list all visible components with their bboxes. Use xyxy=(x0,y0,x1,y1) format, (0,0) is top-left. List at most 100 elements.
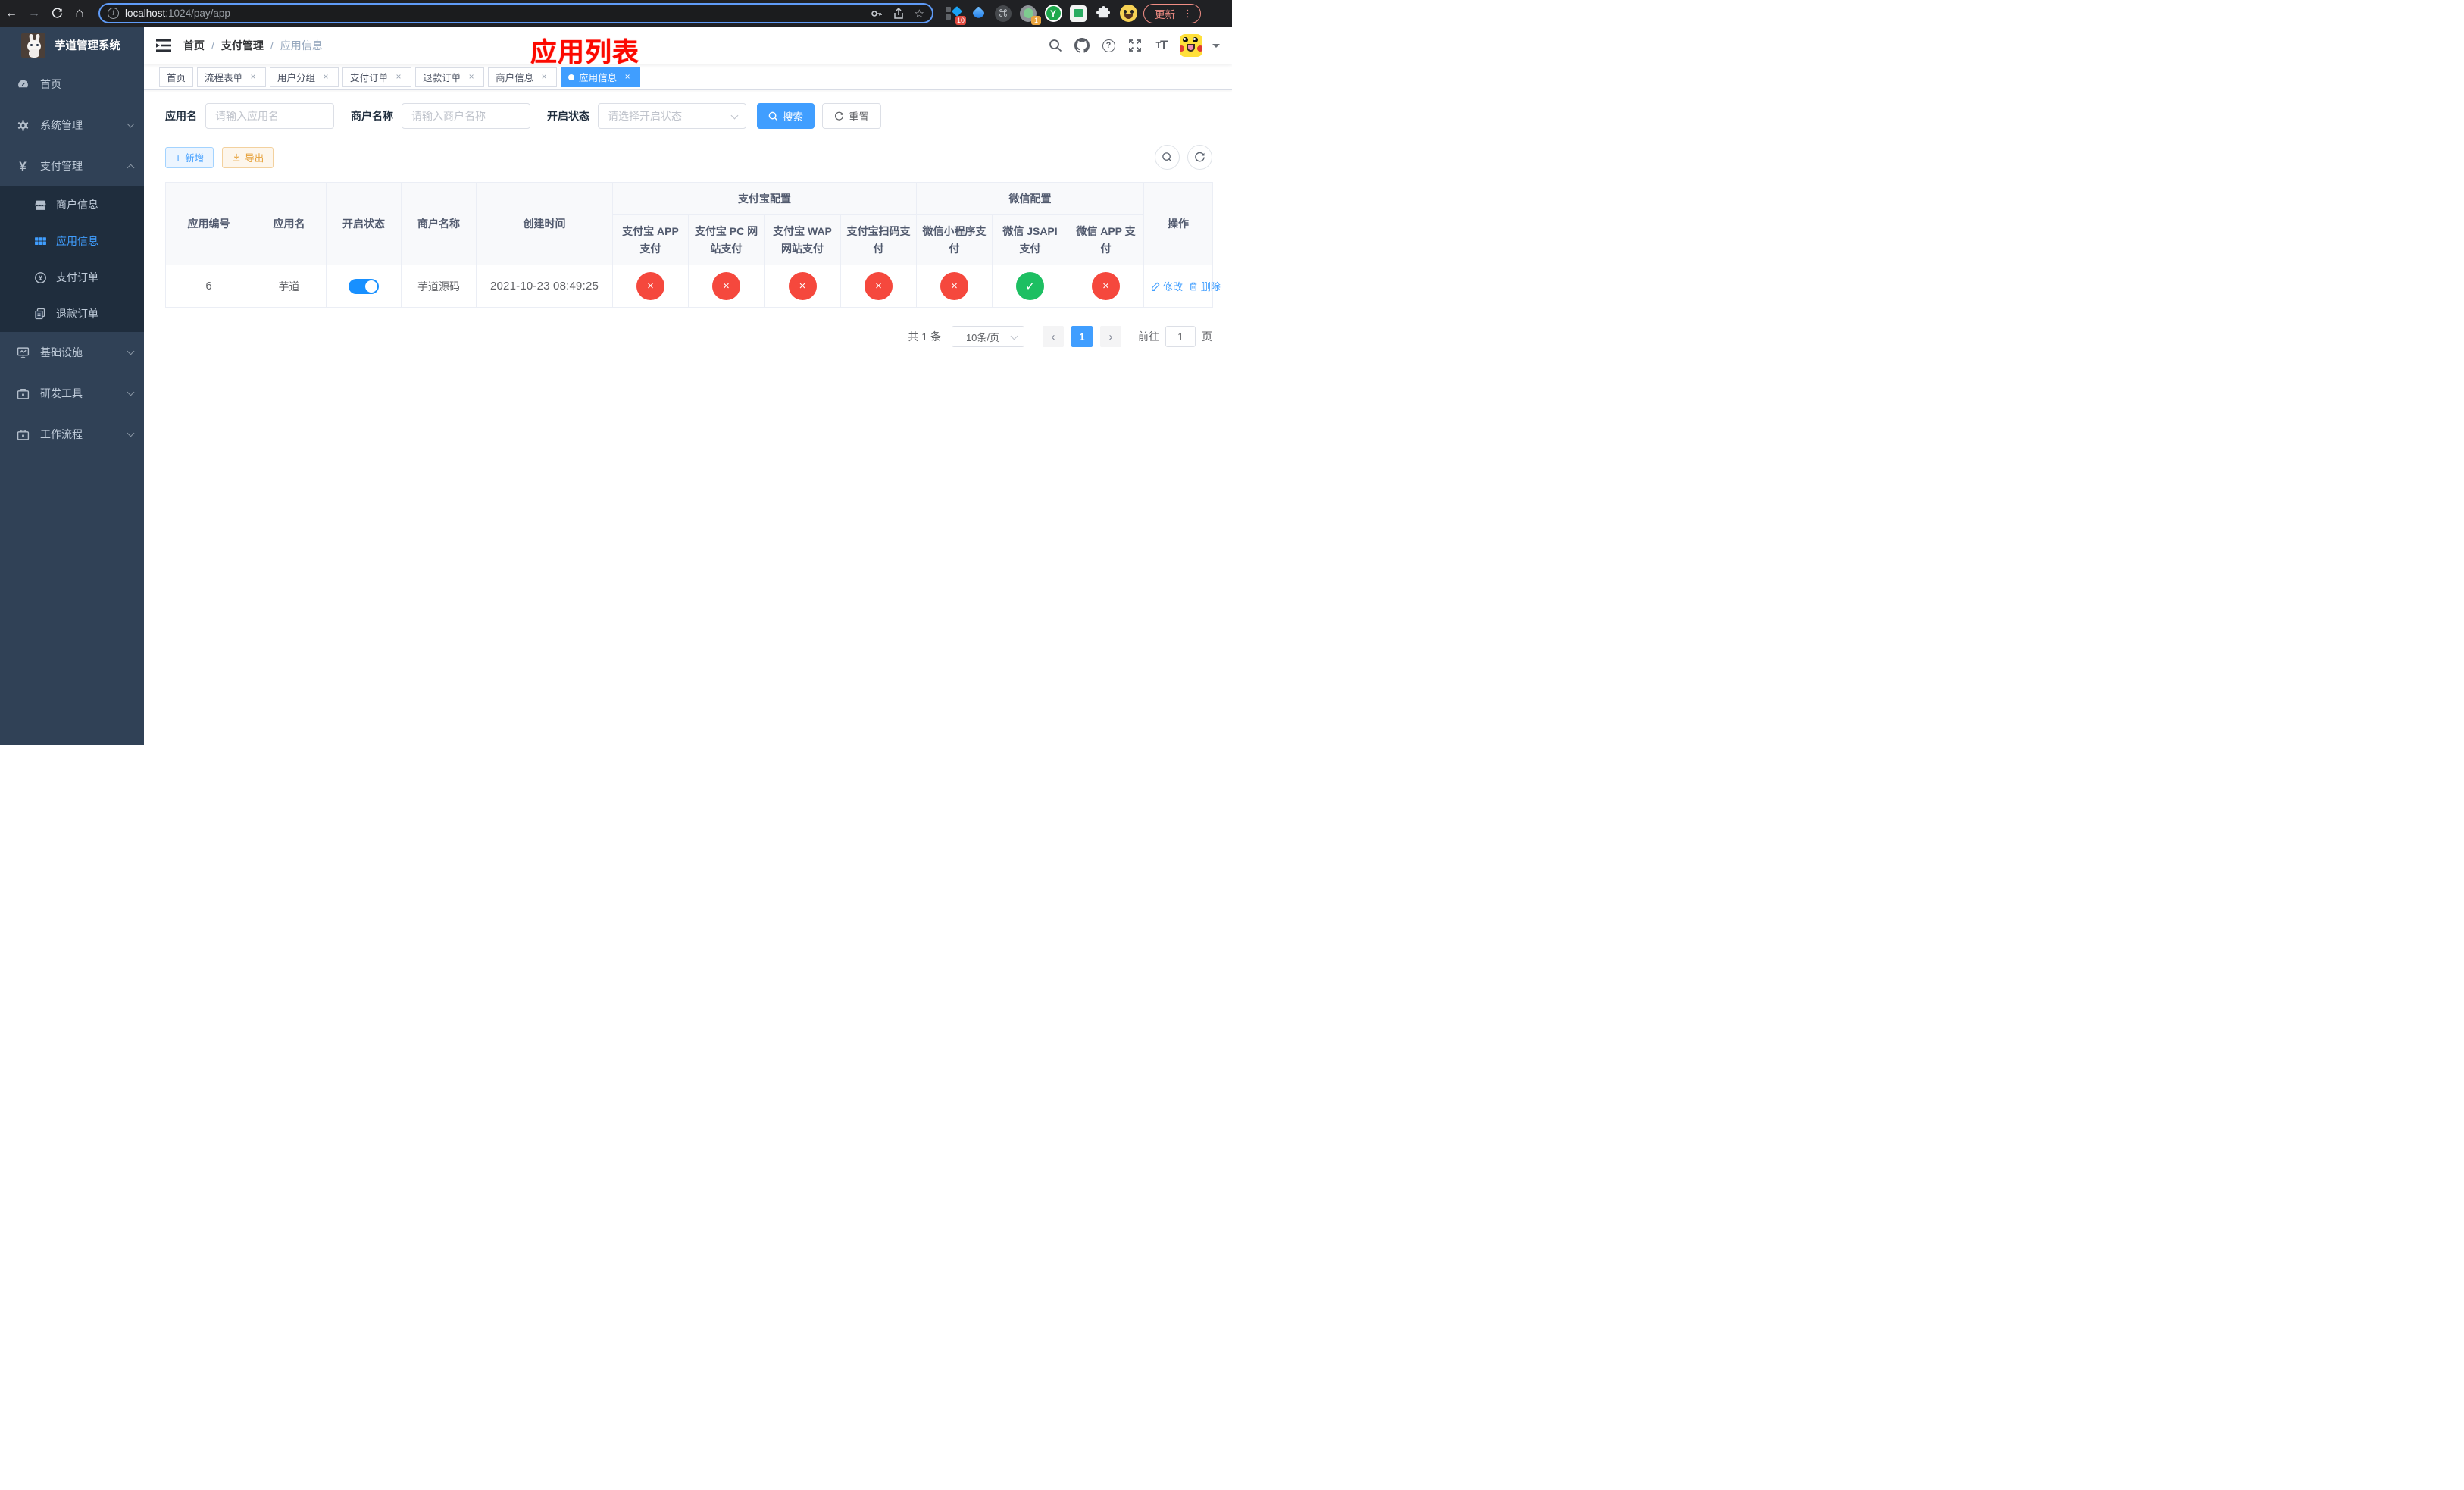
sidebar-item-home[interactable]: 首页 xyxy=(0,64,144,105)
sidebar-item-dev-tools[interactable]: 研发工具 xyxy=(0,373,144,414)
search-form: 应用名 商户名称 开启状态 请选择开启状态 搜索 重置 xyxy=(165,103,1212,129)
address-bar[interactable]: i localhost:1024/pay/app ☆ xyxy=(98,3,933,23)
font-size-icon[interactable]: TT xyxy=(1153,37,1170,54)
extension-emoji-icon[interactable] xyxy=(1119,5,1137,23)
reload-icon[interactable] xyxy=(45,3,68,24)
col-header-status: 开启状态 xyxy=(326,182,402,265)
sidebar-item-label: 研发工具 xyxy=(40,387,83,399)
status-toggle[interactable] xyxy=(349,278,379,294)
page-number-button[interactable]: 1 xyxy=(1071,326,1093,347)
close-icon[interactable]: × xyxy=(321,71,331,83)
extension-ring-icon[interactable]: 1 xyxy=(1019,5,1041,25)
extensions-puzzle-icon[interactable] xyxy=(1094,5,1112,23)
home-icon[interactable]: ⌂ xyxy=(68,3,91,24)
help-icon[interactable]: ? xyxy=(1100,37,1117,54)
github-icon[interactable] xyxy=(1074,37,1090,54)
sidebar-item-label: 系统管理 xyxy=(40,119,83,131)
app-table: 应用编号 应用名 开启状态 商户名称 创建时间 支付宝配置 微信配置 操作 支付… xyxy=(165,182,1221,308)
avatar-caret-icon[interactable] xyxy=(1212,43,1220,52)
sidebar-item-label: 基础设施 xyxy=(40,346,83,358)
sidebar-item-system[interactable]: 系统管理 xyxy=(0,105,144,146)
extension-blocks-icon[interactable]: 10 xyxy=(944,5,966,25)
goto-page-input[interactable] xyxy=(1165,326,1196,347)
extension-command-icon[interactable]: ⌘ xyxy=(994,5,1012,23)
col-header-actions: 操作 xyxy=(1143,182,1213,265)
reset-button[interactable]: 重置 xyxy=(822,103,881,129)
fullscreen-icon[interactable] xyxy=(1127,37,1143,54)
status-select[interactable]: 请选择开启状态 xyxy=(598,103,746,129)
sidebar-item-payment[interactable]: ¥ 支付管理 xyxy=(0,146,144,186)
disabled-status-icon: × xyxy=(788,272,817,300)
sidebar-collapse-icon[interactable] xyxy=(156,39,171,52)
sidebar-logo[interactable]: 芋道管理系统 xyxy=(0,27,144,64)
tag-pay-order[interactable]: 支付订单 × xyxy=(342,67,412,87)
breadcrumb-payment[interactable]: 支付管理 xyxy=(221,38,264,53)
col-header-alipay-pc: 支付宝 PC 网站支付 xyxy=(688,214,765,265)
delete-link[interactable]: 删除 xyxy=(1189,279,1221,293)
page-size-select[interactable]: 10条/页 xyxy=(952,326,1024,347)
tag-home[interactable]: 首页 xyxy=(159,67,194,87)
tag-process-form[interactable]: 流程表单 × xyxy=(197,67,267,87)
page-suffix-label: 页 xyxy=(1202,330,1212,343)
sidebar-item-workflow[interactable]: 工作流程 xyxy=(0,414,144,455)
group-header-alipay: 支付宝配置 xyxy=(612,182,917,215)
browser-menu-icon[interactable]: ⋮ xyxy=(1183,8,1193,20)
sidebar-item-label: 应用信息 xyxy=(56,235,98,247)
grid-icon xyxy=(33,234,47,248)
yen-icon: ¥ xyxy=(19,158,27,174)
user-avatar[interactable] xyxy=(1180,34,1202,57)
shop-icon xyxy=(33,198,47,211)
close-icon[interactable]: × xyxy=(622,71,633,83)
close-icon[interactable]: × xyxy=(393,71,404,83)
cell-alipay-wap: × xyxy=(764,265,841,308)
tag-app-info[interactable]: 应用信息 × xyxy=(561,67,641,87)
cell-alipay-pc: × xyxy=(688,265,765,308)
extension-kite-icon[interactable] xyxy=(969,5,987,23)
tag-user-group[interactable]: 用户分组 × xyxy=(270,67,339,87)
breadcrumb-home[interactable]: 首页 xyxy=(183,38,205,53)
sidebar-item-label: 支付管理 xyxy=(40,160,83,172)
sidebar-item-app-info[interactable]: 应用信息 xyxy=(0,223,144,259)
site-info-icon[interactable]: i xyxy=(108,8,119,19)
next-page-button[interactable]: › xyxy=(1100,326,1121,347)
close-icon[interactable]: × xyxy=(466,71,477,83)
refresh-button[interactable] xyxy=(1187,145,1212,170)
merchant-name-input[interactable] xyxy=(402,103,530,129)
sidebar: 芋道管理系统 首页 系统管理 ¥ 支付管理 商户信息 应用信息 ¥ 支付订单 退… xyxy=(0,27,144,745)
password-key-icon[interactable] xyxy=(871,8,883,20)
extension-chat-icon[interactable] xyxy=(1069,5,1087,23)
close-icon[interactable]: × xyxy=(539,71,549,83)
sidebar-item-infrastructure[interactable]: 基础设施 xyxy=(0,332,144,373)
sidebar-item-label: 工作流程 xyxy=(40,428,83,440)
edit-link[interactable]: 修改 xyxy=(1151,279,1183,293)
col-header-wechat-lite: 微信小程序支付 xyxy=(916,214,993,265)
app-name-input[interactable] xyxy=(205,103,334,129)
add-button[interactable]: + 新增 xyxy=(165,146,214,168)
main-area: 首页 / 支付管理 / 应用信息 应用列表 ? TT 首页 流程表单 × 用户分… xyxy=(144,27,1232,745)
back-icon[interactable]: ← xyxy=(0,3,23,24)
tag-merchant-info[interactable]: 商户信息 × xyxy=(488,67,558,87)
tools-icon xyxy=(16,387,30,400)
prev-page-button[interactable]: ‹ xyxy=(1043,326,1064,347)
toggle-search-button[interactable] xyxy=(1155,145,1180,170)
sidebar-item-refund-order[interactable]: 退款订单 xyxy=(0,296,144,332)
col-header-created: 创建时间 xyxy=(476,182,613,265)
disabled-status-icon: × xyxy=(865,272,893,300)
extension-y-icon[interactable]: Y xyxy=(1044,5,1062,23)
sidebar-item-merchant-info[interactable]: 商户信息 xyxy=(0,186,144,223)
search-button[interactable]: 搜索 xyxy=(757,103,815,129)
share-icon[interactable] xyxy=(893,7,904,20)
status-label: 开启状态 xyxy=(547,110,589,122)
search-icon[interactable] xyxy=(1047,37,1064,54)
bookmark-star-icon[interactable]: ☆ xyxy=(915,7,924,20)
col-header-alipay-wap: 支付宝 WAP 网站支付 xyxy=(764,214,841,265)
export-button[interactable]: 导出 xyxy=(222,146,274,168)
close-icon[interactable]: × xyxy=(248,71,258,83)
group-header-wechat: 微信配置 xyxy=(916,182,1144,215)
forward-icon[interactable]: → xyxy=(23,3,45,24)
browser-update-button[interactable]: 更新 ⋮ xyxy=(1143,3,1201,23)
page-title-annotation: 应用列表 xyxy=(530,38,640,67)
tag-refund-order[interactable]: 退款订单 × xyxy=(415,67,485,87)
sidebar-item-pay-order[interactable]: ¥ 支付订单 xyxy=(0,259,144,296)
pay-order-icon: ¥ xyxy=(33,271,47,284)
